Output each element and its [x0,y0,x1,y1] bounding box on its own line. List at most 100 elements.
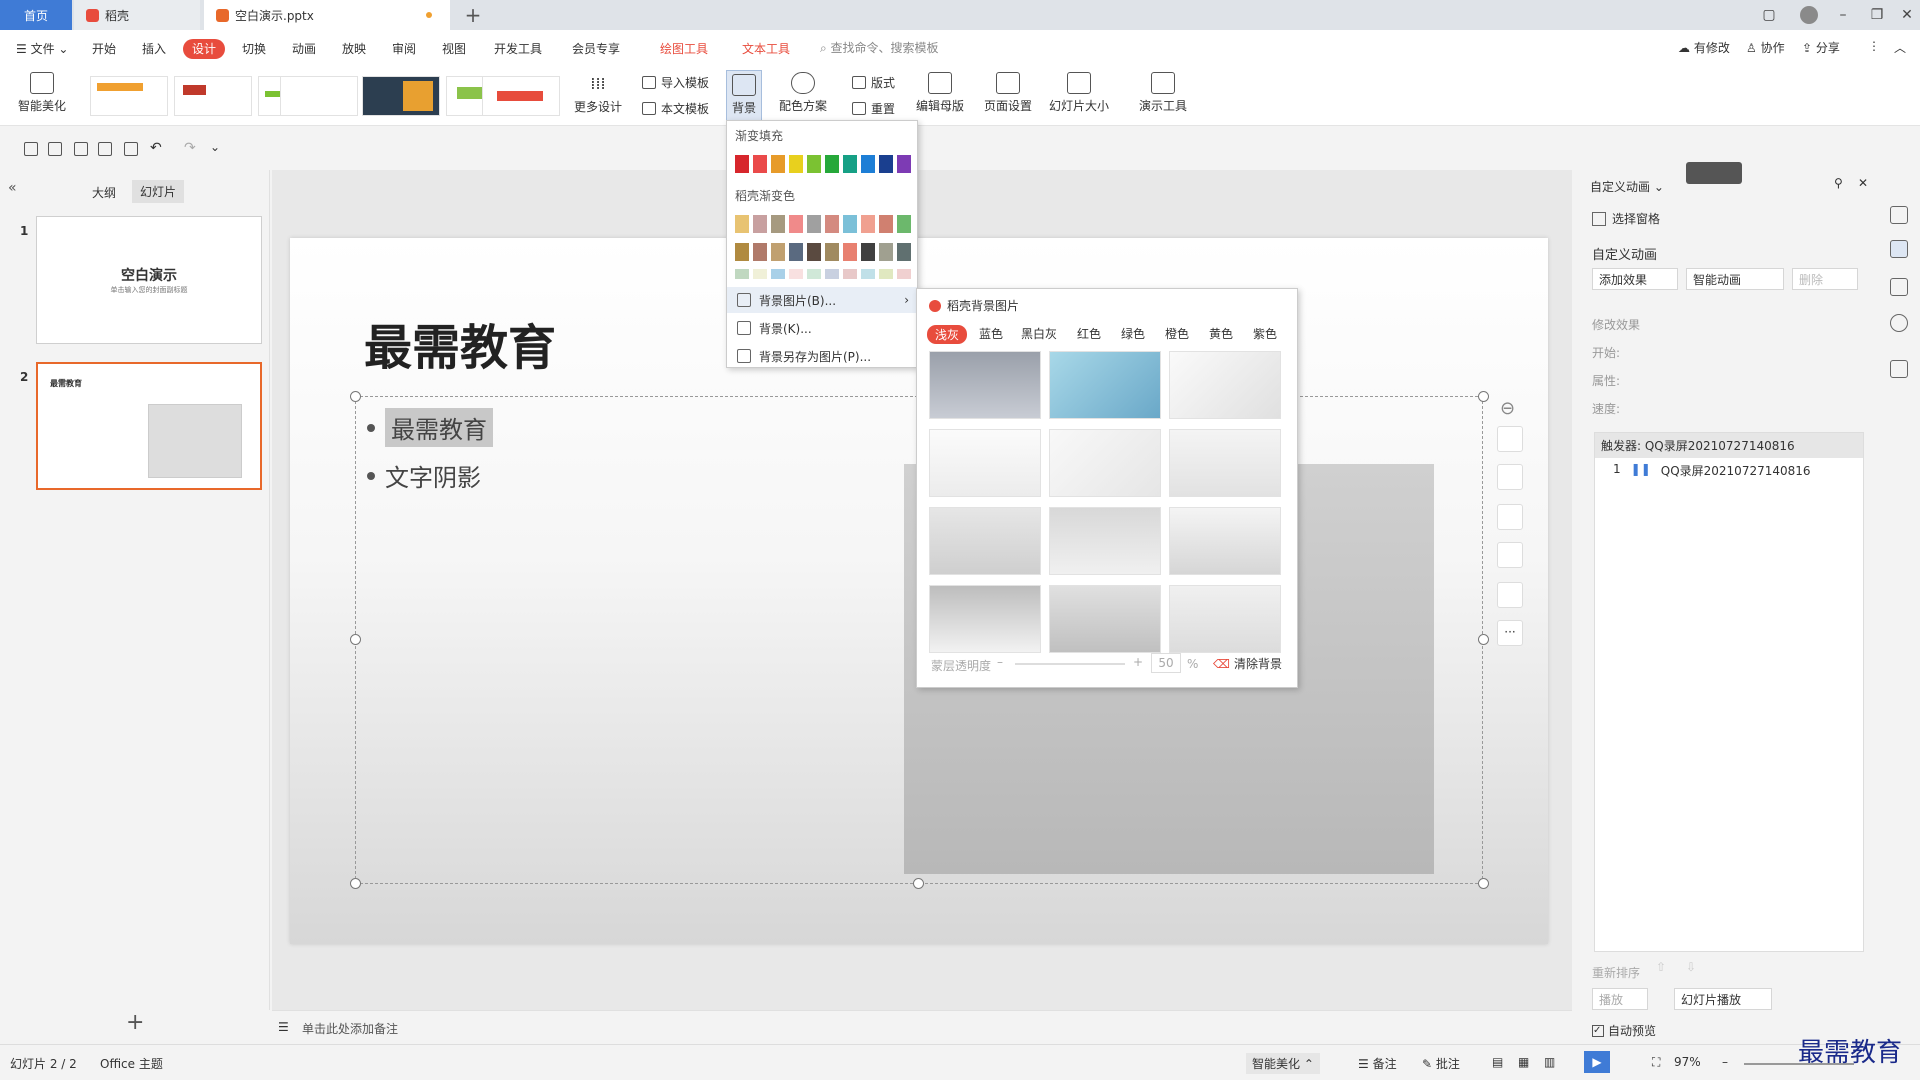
bg-thumb-12[interactable] [1169,585,1281,653]
menu-animation[interactable]: 动画 [292,39,316,59]
color-tab-blue[interactable]: 蓝色 [979,325,1003,342]
color-swatch[interactable] [879,243,893,261]
theme-name[interactable]: Office 主题 [100,1055,163,1072]
slide-size-button[interactable]: 幻灯片大小 [1042,72,1116,114]
zoom-level[interactable]: 97% [1674,1055,1701,1069]
bg-thumb-8[interactable] [1049,507,1161,575]
color-swatch[interactable] [825,215,839,233]
slide-play-button[interactable]: 幻灯片播放 [1674,988,1772,1010]
frame-icon[interactable] [1497,542,1523,568]
color-swatch[interactable] [843,155,857,173]
menu-member[interactable]: 会员专享 [572,39,620,59]
slide-thumb-2[interactable]: 最需教育 [36,362,262,490]
play-button[interactable]: 播放 [1592,988,1648,1010]
bg-thumb-7[interactable] [929,507,1041,575]
import-template-button[interactable]: 导入模板 [642,74,709,91]
color-swatch[interactable] [879,269,893,279]
close-panel-icon[interactable]: ✕ [1858,176,1868,190]
fill-icon[interactable] [1497,504,1523,530]
select-pane-button[interactable]: 选择窗格 [1592,210,1660,227]
layout-button[interactable]: 版式 [852,74,895,91]
normal-view-icon[interactable]: ▤ [1492,1055,1503,1069]
layout-icon[interactable]: ▢ [1754,0,1784,30]
slide-thumb-1[interactable]: 空白演示 单击输入您的封面副标题 [36,216,262,344]
menu-slideshow[interactable]: 放映 [342,39,366,59]
color-swatch[interactable] [771,215,785,233]
color-swatch[interactable] [771,155,785,173]
minimize-icon[interactable]: – [1828,0,1858,30]
reset-button[interactable]: 重置 [852,100,895,117]
zoom-out-icon[interactable]: ⊖ [1500,398,1515,419]
restore-icon[interactable]: ❐ [1862,0,1892,30]
menu-transition[interactable]: 切换 [242,39,266,59]
bg-image-item[interactable]: 背景图片(B)... › [727,287,917,313]
this-template-button[interactable]: 本文模板 [642,100,709,117]
close-icon[interactable]: ✕ [1892,0,1920,30]
save-icon[interactable] [48,142,62,156]
tab-file[interactable]: 空白演示.pptx [204,0,450,30]
format-painter-icon[interactable] [74,142,88,156]
color-swatch[interactable] [879,155,893,173]
tab-slides[interactable]: 幻灯片 [132,180,185,203]
color-swatch[interactable] [897,243,911,261]
menu-drawing-tools[interactable]: 绘图工具 [660,39,708,59]
color-swatch[interactable] [843,243,857,261]
opacity-slider[interactable] [1015,663,1125,665]
clear-bg-button[interactable]: ⌫ 清除背景 [1213,655,1282,672]
color-scheme-button[interactable]: 配色方案 [772,72,834,114]
add-effect-button[interactable]: 添加效果 [1592,268,1678,290]
color-swatch[interactable] [861,155,875,173]
color-tab-grayscale[interactable]: 黑白灰 [1021,325,1057,342]
bg-thumb-9[interactable] [1169,507,1281,575]
bg-thumb-11[interactable] [1049,585,1161,653]
color-swatch[interactable] [825,155,839,173]
color-swatch[interactable] [771,243,785,261]
preview-icon[interactable] [124,142,138,156]
design-thumb-7[interactable] [482,76,560,116]
sorter-view-icon[interactable]: ▦ [1518,1055,1529,1069]
tab-home[interactable]: 首页 [0,0,72,30]
collapse-ribbon-icon[interactable]: ︿ [1894,39,1906,56]
menu-file[interactable]: ☰ 文件 ⌄ [16,39,68,59]
color-swatch[interactable] [735,215,749,233]
play-slideshow-icon[interactable]: ▶ [1584,1051,1610,1073]
color-tab-yellow[interactable]: 黄色 [1209,325,1233,342]
resize-handle[interactable] [1478,878,1489,889]
color-swatch[interactable] [807,155,821,173]
auto-preview-checkbox[interactable]: ✓ 自动预览 [1592,1022,1656,1039]
new-tab-button[interactable]: + [458,0,488,30]
color-swatch[interactable] [789,155,803,173]
edit-master-button[interactable]: 编辑母版 [912,72,968,114]
avatar[interactable] [1800,6,1818,24]
layers-icon[interactable] [1497,426,1523,452]
resize-handle[interactable] [913,878,924,889]
print-icon[interactable] [98,142,112,156]
panel-title-dropdown[interactable]: 自定义动画 ⌄ [1590,178,1664,195]
copy-icon[interactable] [1890,278,1908,296]
menu-insert[interactable]: 插入 [142,39,166,59]
resize-handle[interactable] [350,878,361,889]
text-icon[interactable] [1890,360,1908,378]
color-swatch[interactable] [843,269,857,279]
color-swatch[interactable] [843,215,857,233]
collaborate-button[interactable]: ♙ 协作 [1746,39,1785,56]
help-icon[interactable] [1890,314,1908,332]
color-swatch[interactable] [735,243,749,261]
bg-thumb-1[interactable] [929,351,1041,419]
smart-beautify-button[interactable]: 智能美化 [12,72,72,114]
tab-outline[interactable]: 大纲 [92,184,116,201]
resize-handle[interactable] [350,391,361,402]
menu-developer[interactable]: 开发工具 [494,39,542,59]
bg-thumb-2[interactable] [1049,351,1161,419]
color-swatch[interactable] [861,215,875,233]
notes-bar[interactable]: ☰ 单击此处添加备注 [272,1010,1572,1044]
bg-thumb-6[interactable] [1169,429,1281,497]
page-setup-button[interactable]: 页面设置 [980,72,1036,114]
presenter-tools-button[interactable]: 演示工具 [1130,72,1196,114]
animation-icon[interactable] [1890,240,1908,258]
has-changes-button[interactable]: ☁ 有修改 [1678,39,1730,56]
bg-thumb-10[interactable] [929,585,1041,653]
opacity-input[interactable]: 50 [1151,653,1181,673]
share-button[interactable]: ⇪ 分享 [1802,39,1840,56]
background-item[interactable]: 背景(K)... [727,315,917,341]
